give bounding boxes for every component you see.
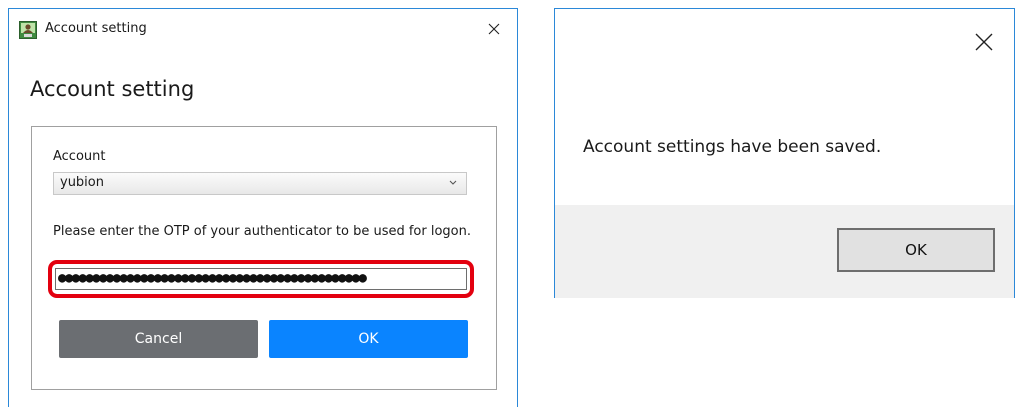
title-bar: Account setting [9, 9, 517, 49]
confirm-footer: OK [555, 205, 1014, 298]
close-icon [975, 33, 993, 51]
confirm-title-bar [555, 9, 1014, 79]
ok-button[interactable]: OK [269, 320, 468, 358]
account-form-panel: Account yubion Please enter the OTP of y… [31, 126, 497, 390]
chevron-down-icon [449, 180, 457, 185]
confirm-close-button[interactable] [954, 17, 1014, 67]
confirm-message: Account settings have been saved. [583, 137, 882, 157]
close-icon [488, 23, 500, 35]
confirm-ok-button[interactable]: OK [837, 228, 995, 272]
account-select[interactable]: yubion [53, 172, 467, 195]
account-select-value: yubion [60, 175, 104, 190]
close-button[interactable] [471, 9, 517, 49]
otp-password-input[interactable]: ●●●●●●●●●●●●●●●●●●●●●●●●●●●●●●●●●●●●●●●●… [55, 268, 467, 290]
confirmation-window: Account settings have been saved. OK [554, 8, 1015, 298]
page-title: Account setting [30, 77, 195, 101]
account-label: Account [53, 149, 106, 164]
window-title: Account setting [45, 21, 147, 36]
account-setting-window: Account setting Account setting Account … [8, 8, 518, 407]
app-icon [19, 21, 37, 39]
cancel-button[interactable]: Cancel [59, 320, 258, 358]
confirm-body: Account settings have been saved. [555, 79, 1014, 205]
otp-label: Please enter the OTP of your authenticat… [53, 224, 472, 239]
